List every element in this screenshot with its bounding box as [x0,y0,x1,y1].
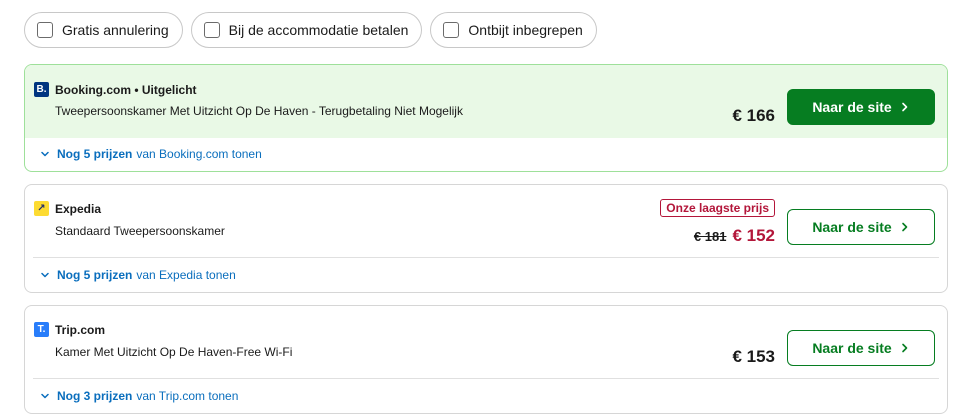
provider-name: Booking.com • Uitgelicht [55,83,197,97]
offer-main: T. Trip.com Kamer Met Uitzicht Op De Hav… [25,306,947,379]
checkbox-icon[interactable] [443,22,460,38]
go-to-site-button[interactable]: Naar de site [787,89,935,125]
chevron-down-icon [41,272,49,278]
more-prices-link[interactable]: Nog 3 prijzen van Trip.com tonen [25,379,947,413]
more-prices-count: Nog 3 prijzen [57,389,133,403]
original-price: € 181 [693,229,727,244]
chevron-right-icon [901,343,907,353]
filter-bar: Gratis annulering Bij de accommodatie be… [24,12,597,48]
more-prices-text: van Booking.com tonen [136,147,262,161]
checkbox-icon[interactable] [203,22,220,38]
filter-breakfast-included[interactable]: Ontbijt inbegrepen [430,12,597,48]
button-label: Naar de site [812,99,892,115]
filter-pay-at-property[interactable]: Bij de accommodatie betalen [190,12,423,48]
chevron-down-icon [41,151,49,157]
room-type: Standaard Tweepersoonskamer [55,224,225,238]
filter-free-cancellation[interactable]: Gratis annulering [24,12,183,48]
chevron-right-icon [901,222,907,232]
more-prices-count: Nog 5 prijzen [57,268,133,282]
more-prices-link[interactable]: Nog 5 prijzen van Expedia tonen [25,258,947,292]
room-type: Tweepersoonskamer Met Uitzicht Op De Hav… [55,104,463,118]
more-prices-text: van Expedia tonen [136,268,236,282]
more-prices-link[interactable]: Nog 5 prijzen van Booking.com tonen [25,137,947,171]
offer-price-block: € 181 € 152 [694,226,775,246]
more-prices-text: van Trip.com tonen [136,389,239,403]
provider-name: Expedia [55,202,102,216]
booking-logo-icon: B. [34,82,49,97]
chevron-down-icon [41,393,49,399]
offer-price: € 166 [732,106,775,125]
expedia-logo-icon: ↗ [34,201,49,216]
room-type: Kamer Met Uitzicht Op De Haven-Free Wi-F… [55,345,293,359]
button-label: Naar de site [812,219,892,235]
more-prices-count: Nog 5 prijzen [57,147,133,161]
button-label: Naar de site [812,340,892,356]
go-to-site-button[interactable]: Naar de site [787,209,935,245]
lowest-price-badge: Onze laagste prijs [660,199,775,217]
filter-label: Ontbijt inbegrepen [468,22,583,38]
chevron-right-icon [901,102,907,112]
offer-card-expedia: ↗ Expedia Standaard Tweepersoonskamer On… [24,184,948,293]
offer-card-trip: T. Trip.com Kamer Met Uitzicht Op De Hav… [24,305,948,414]
go-to-site-button[interactable]: Naar de site [787,330,935,366]
offer-main: ↗ Expedia Standaard Tweepersoonskamer On… [25,185,947,258]
provider-name: Trip.com [55,323,106,337]
trip-logo-icon: T. [34,322,49,337]
filter-label: Gratis annulering [62,22,169,38]
checkbox-icon[interactable] [37,22,53,38]
offer-main: B. Booking.com • Uitgelicht Tweepersoons… [25,65,947,138]
filter-label: Bij de accommodatie betalen [228,22,409,38]
offer-price: € 152 [732,226,775,245]
offer-price: € 153 [732,347,775,366]
offer-card-booking: B. Booking.com • Uitgelicht Tweepersoons… [24,64,948,172]
